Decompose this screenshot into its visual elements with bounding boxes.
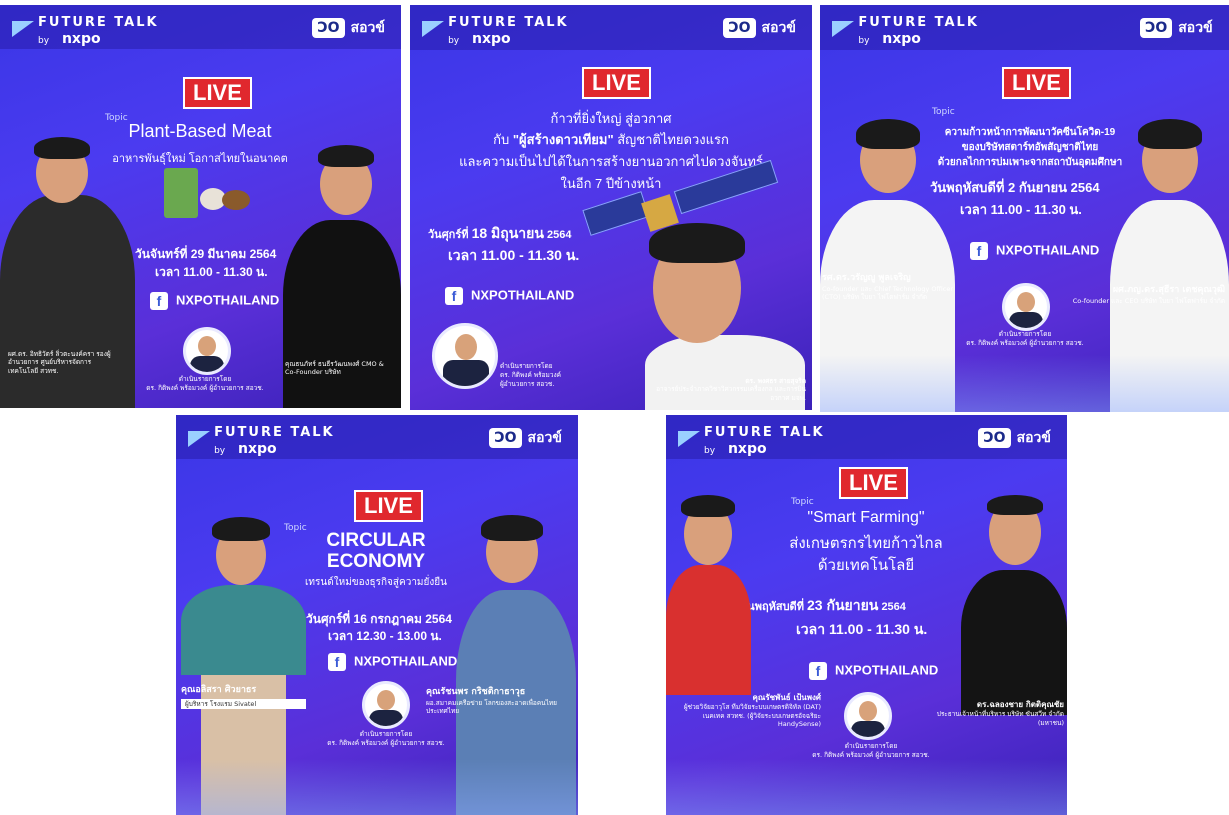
event-time: เวลา 11.00 - 11.30 น. [155, 265, 268, 279]
partner-logos: ƆO สอวข์ [1140, 17, 1213, 39]
live-badge: LIVE [1002, 67, 1071, 99]
live-badge: LIVE [183, 77, 252, 109]
event-time: เวลา 12.30 - 13.00 น. [328, 629, 442, 643]
poster-covid-vaccine: FUTURE TALK by nxpo ƆO สอวข์ LIVE Topic คว… [820, 5, 1229, 412]
topic-title-th1: ส่งเกษตรกรไทยก้าวไกล [789, 535, 943, 552]
host-avatar [1002, 283, 1050, 331]
host-caption: ดำเนินรายการโดย ดร. กิติพงค์ พร้อมวงค์ ผู้… [500, 362, 562, 388]
topic-title-line1: ก้าวที่ยิ่งใหญ่ สู่อวกาศ [550, 111, 672, 126]
event-time: เวลา 11.00 - 11.30 น. [796, 621, 928, 637]
poster-smart-farming: FUTURE TALK by nxpo ƆO สอวข์ LIVE Topic "S… [666, 415, 1067, 815]
host-caption: ดำเนินรายการโดย ดร. กิติพงค์ พร้อมวงค์ ผู… [966, 330, 1084, 347]
topic-title-en2: ECONOMY [326, 551, 426, 572]
future-talk-logo: FUTURE TALK by nxpo [858, 15, 979, 48]
host-avatar [844, 692, 892, 740]
live-badge: LIVE [354, 490, 423, 522]
host-avatar [362, 681, 410, 729]
facebook-icon: f [328, 653, 346, 671]
partner-logos: ƆO สอวข์ [489, 427, 562, 449]
topic-title-line2: กับ "ผู้สร้างดาวเทียม" สัญชาติไทยดวงแรก [493, 132, 729, 147]
food-image [160, 168, 255, 223]
guest-right-caption: คุณธนภัทร์ ธนธีรวัฒนพงศ์ CMO & Co-Founde… [285, 360, 384, 377]
host-caption: ดำเนินรายการโดย ดร. กิติพงค์ พร้อมวงค์ ผู… [146, 375, 264, 392]
live-badge: LIVE [839, 467, 908, 499]
topic-label: Topic [791, 497, 814, 507]
guest-caption: ดร. พงศธร สายสุจริต อาจารย์ประจำภาควิชาวิ… [656, 377, 806, 402]
live-badge: LIVE [582, 67, 651, 99]
host-caption: ดำเนินรายการโดย ดร. กิติพงค์ พร้อมวงค์ ผู… [812, 742, 930, 759]
event-date: วันศุกร์ที่ 18 มิถุนายน 2564 [428, 225, 572, 241]
farming-icons-strip [666, 759, 1067, 815]
host-avatar [183, 327, 231, 375]
future-talk-logo: FUTURE TALK by nxpo [38, 15, 159, 48]
guest-left-photo [666, 495, 751, 695]
facebook-icon: f [445, 287, 463, 305]
partner-logos: ƆO สอวข์ [978, 427, 1051, 449]
future-talk-logo: FUTURE TALK by nxpo [704, 425, 825, 457]
topic-title-th: เทรนด์ใหม่ของธุรกิจสู่ความยั่งยืน [305, 577, 447, 588]
guest-right-photo [961, 495, 1067, 715]
facebook-icon: f [970, 242, 988, 260]
topic-title-en: "Smart Farming" [807, 509, 925, 526]
topic-title-th2: ด้วยเทคโนโลยี [817, 557, 915, 574]
event-time: เวลา 11.00 - 11.30 น. [960, 202, 1082, 217]
topic-title-en: Plant-Based Meat [128, 121, 272, 141]
host-avatar [432, 323, 498, 389]
poster-circular-economy: FUTURE TALK by nxpo ƆO สอวข์ LIVE Topic CI… [176, 415, 578, 815]
guest-right-caption: ผศ.ภญ.ดร.สุธีรา เตชคุณวุฒิ Co-founder และ… [1072, 285, 1225, 305]
poster-satellite: FUTURE TALK by nxpo ƆO สอวข์ LIVE ก้าวที่ย… [410, 5, 812, 410]
facebook-page: f NXPOTHAILAND [150, 292, 279, 310]
facebook-page: f NXPOTHAILAND [445, 287, 574, 305]
facebook-icon: f [150, 292, 168, 310]
facebook-page: f NXPOTHAILAND [809, 662, 938, 680]
future-talk-logo: FUTURE TALK by nxpo [214, 425, 335, 457]
facebook-page: f NXPOTHAILAND [328, 653, 457, 671]
guest-left-caption: คุณรัชพันธ์ เป้นพงศ์ ผู้ช่วยวิจัยอาวุโส ท… [683, 693, 821, 729]
partner-logos: ƆO สอวข์ [723, 17, 796, 39]
event-time: เวลา 11.00 - 11.30 น. [448, 247, 580, 263]
guest-left-caption: ผศ.ดร. อิทธิวัตร์ ลิ่วตะนงค์ครา รองผู้อำ… [8, 350, 111, 375]
lab-icons-strip [820, 355, 1229, 412]
future-talk-logo: FUTURE TALK by nxpo [448, 15, 569, 48]
topic-title-en1: CIRCULAR [326, 530, 426, 551]
event-date: วันพฤหัสบดีที่ 23 กันยายน 2564 [741, 597, 906, 613]
partner-logos: ƆO สอวข์ [312, 17, 385, 39]
guest-right-caption: ดร.ฉลองชาย กิตติคุณชัย ประธานเจ้าหน้าที่บ… [936, 700, 1064, 727]
guest-left-caption: รศ.ดร.วรัญญู พูลเจริญ Co-founder และ Chie… [822, 273, 954, 302]
host-caption: ดำเนินรายการโดย ดร. กิติพงค์ พร้อมวงค์ ผู… [327, 730, 445, 747]
poster-plant-based-meat: FUTURE TALK by nxpo ƆO สอวข์ LIVE Topic Pl… [0, 5, 401, 408]
facebook-page: f NXPOTHAILAND [970, 242, 1099, 260]
facebook-icon: f [809, 662, 827, 680]
circular-icons-strip [176, 759, 578, 815]
guest-right-caption: คุณรัชนพร กริชติกาธาวุธ ผอ.สมาคมเครือข่าย… [426, 687, 557, 716]
guest-left-caption: คุณอลิสรา ศิวยาธร ผู้บริหาร โรงแรม Sivate… [181, 685, 306, 710]
event-date: วันจันทร์ที่ 29 มีนาคม 2564 [135, 247, 277, 261]
event-date: วันพฤหัสบดีที่ 2 กันยายน 2564 [930, 180, 1100, 195]
